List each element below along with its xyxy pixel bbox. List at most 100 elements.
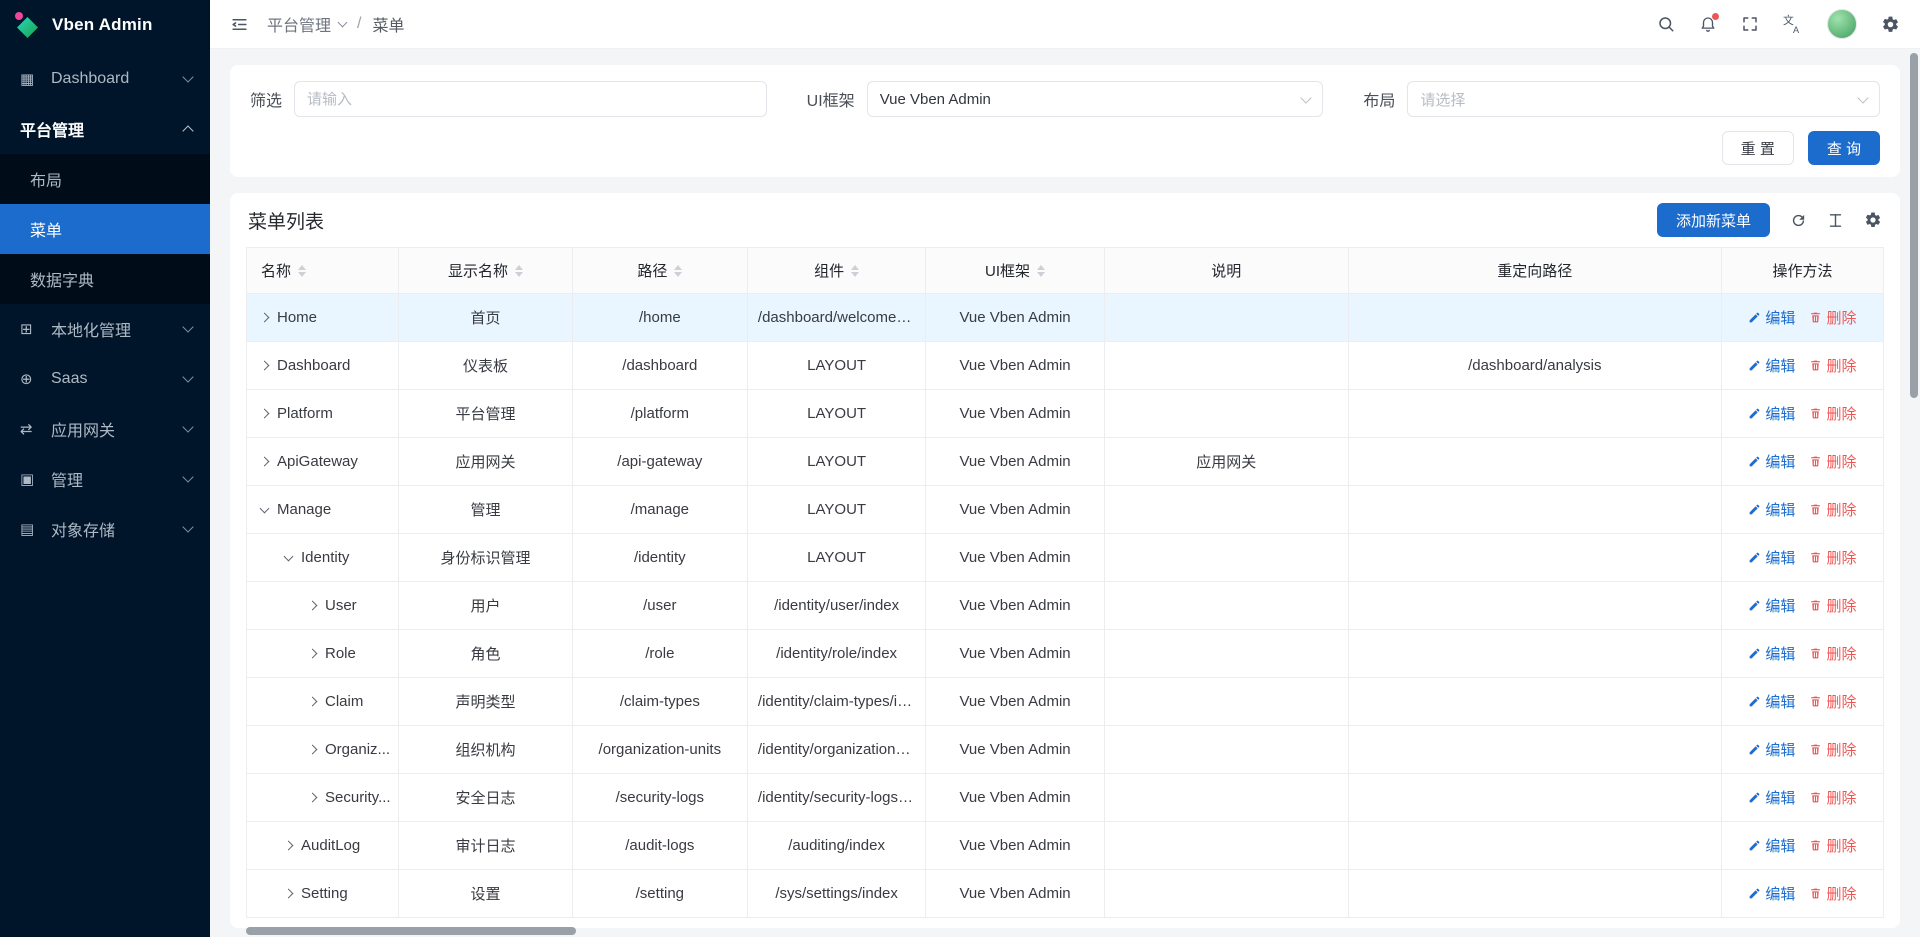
row-name: ApiGateway	[277, 453, 358, 470]
settings-gear-icon[interactable]	[1881, 15, 1900, 34]
ui-framework-select[interactable]: Vue Vben Admin	[867, 81, 1324, 117]
table-row[interactable]: Home首页/home/dashboard/welcome/in...Vue V…	[247, 294, 1884, 342]
reset-button[interactable]: 重 置	[1722, 131, 1794, 165]
gateway-icon: ⇄	[20, 420, 44, 438]
sidebar-item-storage[interactable]: ▤对象存储	[0, 504, 210, 554]
layout-select[interactable]: 请选择	[1407, 81, 1880, 117]
row-height-icon[interactable]	[1827, 212, 1844, 229]
column-header-framework[interactable]: UI框架	[926, 248, 1104, 294]
expand-row-icon[interactable]	[260, 361, 270, 371]
sidebar-subitem-menu[interactable]: 菜单	[0, 204, 210, 254]
table-row[interactable]: Setting设置/setting/sys/settings/indexVue …	[247, 870, 1884, 918]
edit-link[interactable]: 编辑	[1748, 691, 1795, 712]
sort-icon[interactable]	[298, 265, 306, 277]
sort-icon[interactable]	[515, 265, 523, 277]
table-row[interactable]: User用户/user/identity/user/indexVue Vben …	[247, 582, 1884, 630]
edit-link[interactable]: 编辑	[1748, 883, 1795, 904]
expand-row-icon[interactable]	[260, 457, 270, 467]
expand-row-icon[interactable]	[308, 697, 318, 707]
expand-row-icon[interactable]	[308, 745, 318, 755]
edit-link[interactable]: 编辑	[1748, 835, 1795, 856]
column-settings-gear-icon[interactable]	[1864, 211, 1882, 229]
sidebar-item-saas[interactable]: ⊕Saas	[0, 354, 210, 404]
edit-link[interactable]: 编辑	[1748, 595, 1795, 616]
edit-link[interactable]: 编辑	[1748, 499, 1795, 520]
delete-link[interactable]: 删除	[1809, 883, 1856, 904]
filter-keyword-input[interactable]	[294, 81, 767, 117]
column-header-name[interactable]: 名称	[247, 248, 399, 294]
delete-link[interactable]: 删除	[1809, 499, 1856, 520]
delete-link[interactable]: 删除	[1809, 451, 1856, 472]
vertical-scrollbar-thumb[interactable]	[1910, 53, 1918, 398]
column-header-path[interactable]: 路径	[572, 248, 747, 294]
sidebar-item-platform[interactable]: 平台管理	[0, 104, 210, 154]
table-row[interactable]: Organiz...组织机构/organization-units/identi…	[247, 726, 1884, 774]
table-row[interactable]: Manage管理/manageLAYOUTVue Vben Admin编辑删除	[247, 486, 1884, 534]
refresh-icon[interactable]	[1790, 212, 1807, 229]
edit-link[interactable]: 编辑	[1748, 739, 1795, 760]
table-row[interactable]: Identity身份标识管理/identityLAYOUTVue Vben Ad…	[247, 534, 1884, 582]
sort-icon[interactable]	[851, 265, 859, 277]
logo[interactable]: Vben Admin	[0, 0, 210, 50]
breadcrumb-item-platform[interactable]: 平台管理	[267, 12, 346, 36]
sidebar-subitem-layout[interactable]: 布局	[0, 154, 210, 204]
table-row[interactable]: Platform平台管理/platformLAYOUTVue Vben Admi…	[247, 390, 1884, 438]
table-row[interactable]: Claim声明类型/claim-types/identity/claim-typ…	[247, 678, 1884, 726]
delete-link[interactable]: 删除	[1809, 691, 1856, 712]
column-header-component[interactable]: 组件	[747, 248, 925, 294]
delete-link[interactable]: 删除	[1809, 355, 1856, 376]
delete-link[interactable]: 删除	[1809, 547, 1856, 568]
search-icon[interactable]	[1657, 15, 1675, 33]
avatar[interactable]	[1827, 9, 1857, 39]
edit-link[interactable]: 编辑	[1748, 547, 1795, 568]
edit-link[interactable]: 编辑	[1748, 355, 1795, 376]
column-header-display[interactable]: 显示名称	[399, 248, 573, 294]
delete-link[interactable]: 删除	[1809, 739, 1856, 760]
expand-row-icon[interactable]	[308, 793, 318, 803]
trash-icon	[1809, 599, 1822, 612]
table-row[interactable]: ApiGateway应用网关/api-gatewayLAYOUTVue Vben…	[247, 438, 1884, 486]
search-button[interactable]: 查 询	[1808, 131, 1880, 165]
horizontal-scrollbar-thumb[interactable]	[246, 927, 576, 935]
table-row[interactable]: Role角色/role/identity/role/indexVue Vben …	[247, 630, 1884, 678]
expand-row-icon[interactable]	[308, 649, 318, 659]
edit-link[interactable]: 编辑	[1748, 307, 1795, 328]
expand-row-icon[interactable]	[284, 841, 294, 851]
edit-link[interactable]: 编辑	[1748, 787, 1795, 808]
delete-link[interactable]: 删除	[1809, 835, 1856, 856]
bell-icon[interactable]	[1699, 15, 1717, 33]
cell-path: /dashboard	[572, 342, 747, 390]
sort-icon[interactable]	[1037, 265, 1045, 277]
cell-actions: 编辑删除	[1721, 726, 1883, 774]
sort-icon[interactable]	[674, 265, 682, 277]
edit-link[interactable]: 编辑	[1748, 403, 1795, 424]
edit-link[interactable]: 编辑	[1748, 451, 1795, 472]
delete-link[interactable]: 删除	[1809, 403, 1856, 424]
sidebar-item-gateway[interactable]: ⇄应用网关	[0, 404, 210, 454]
delete-link[interactable]: 删除	[1809, 595, 1856, 616]
sidebar-item-manage[interactable]: ▣管理	[0, 454, 210, 504]
expand-row-icon[interactable]	[260, 409, 270, 419]
table-row[interactable]: AuditLog审计日志/audit-logs/auditing/indexVu…	[247, 822, 1884, 870]
cell-display: 用户	[399, 582, 573, 630]
cell-actions: 编辑删除	[1721, 486, 1883, 534]
expand-row-icon[interactable]	[284, 889, 294, 899]
edit-link[interactable]: 编辑	[1748, 643, 1795, 664]
expand-row-icon[interactable]	[260, 313, 270, 323]
collapse-row-icon[interactable]	[284, 551, 294, 561]
collapse-row-icon[interactable]	[260, 503, 270, 513]
add-menu-button[interactable]: 添加新菜单	[1657, 203, 1770, 237]
delete-link[interactable]: 删除	[1809, 307, 1856, 328]
sidebar-fold-icon[interactable]	[230, 15, 249, 34]
fullscreen-icon[interactable]	[1741, 15, 1759, 33]
delete-link[interactable]: 删除	[1809, 787, 1856, 808]
sidebar-item-dashboard[interactable]: ▦Dashboard	[0, 54, 210, 104]
sidebar-item-localization[interactable]: ⊞本地化管理	[0, 304, 210, 354]
sidebar-subitem-dictionary[interactable]: 数据字典	[0, 254, 210, 304]
translate-icon[interactable]: 文A	[1783, 14, 1803, 34]
table-row[interactable]: Dashboard仪表板/dashboardLAYOUTVue Vben Adm…	[247, 342, 1884, 390]
delete-link[interactable]: 删除	[1809, 643, 1856, 664]
table-row[interactable]: Security...安全日志/security-logs/identity/s…	[247, 774, 1884, 822]
app-root: Vben Admin ▦Dashboard平台管理布局菜单数据字典⊞本地化管理⊕…	[0, 0, 1920, 937]
expand-row-icon[interactable]	[308, 601, 318, 611]
